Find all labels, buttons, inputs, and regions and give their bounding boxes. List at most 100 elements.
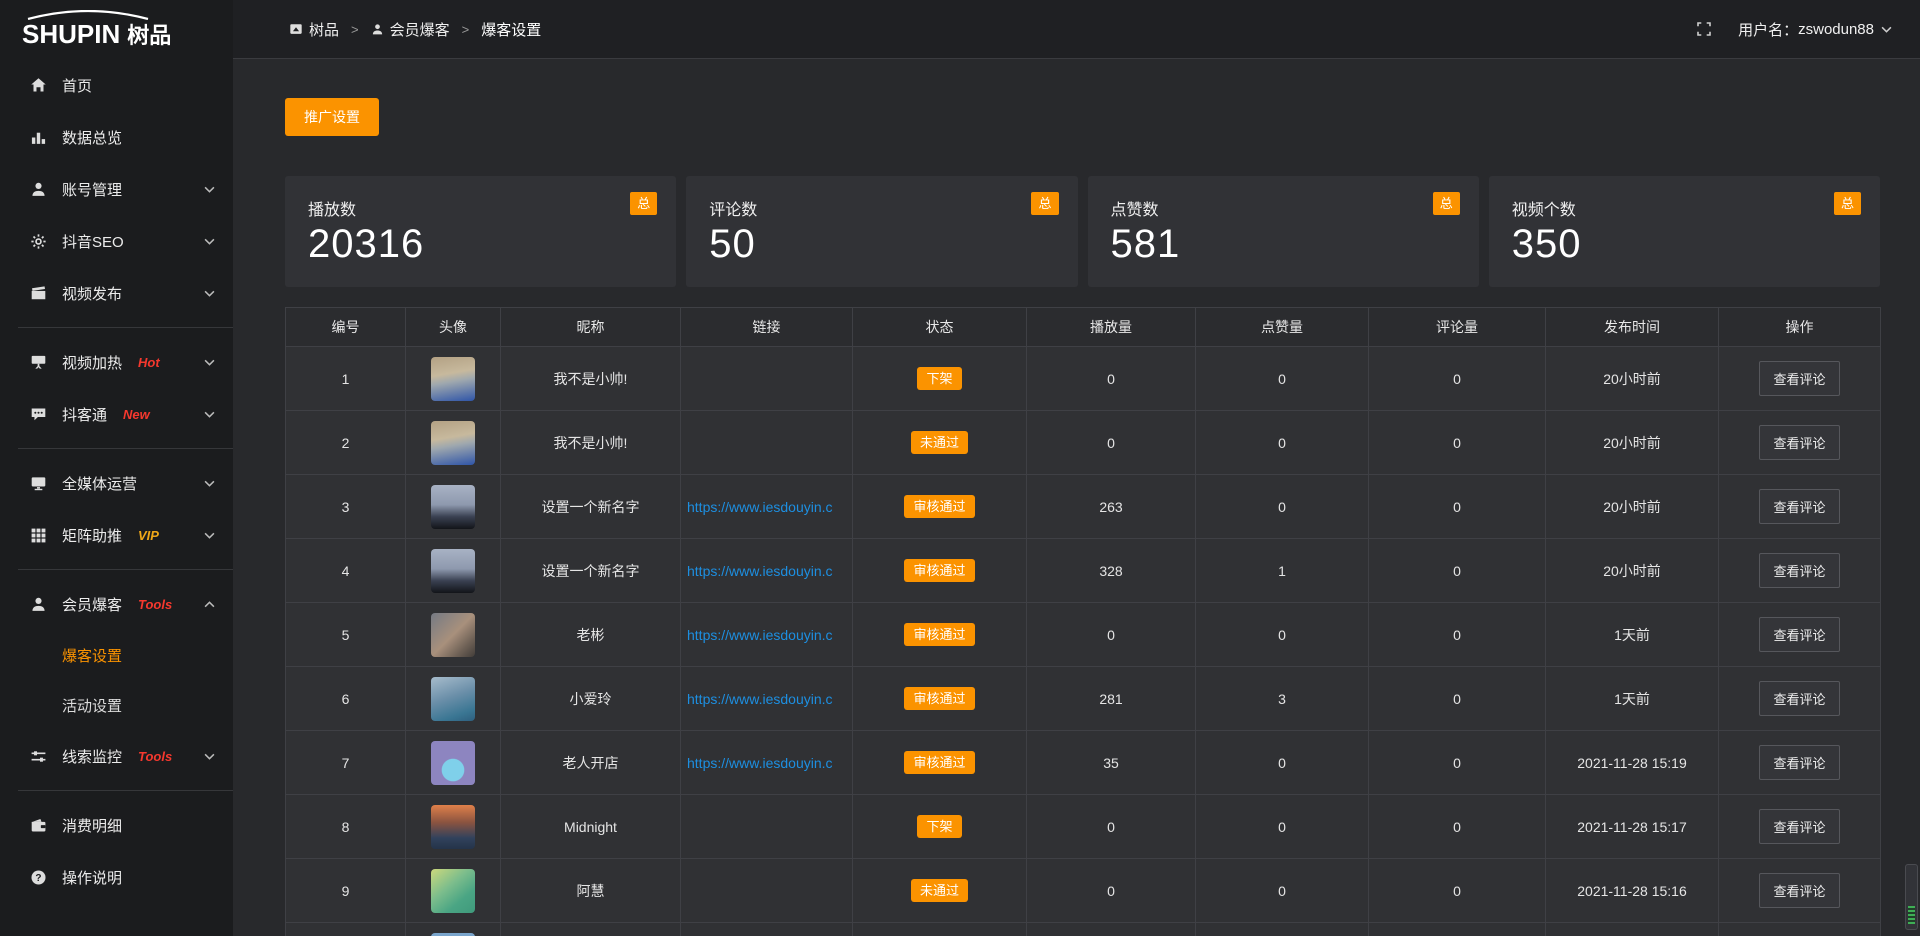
sidebar-item-account-management[interactable]: 账号管理 [0, 163, 233, 215]
view-comments-button[interactable]: 查看评论 [1759, 425, 1839, 460]
cell-status: 审核通过 [853, 603, 1027, 667]
cell-comments: 0 [1369, 603, 1546, 667]
sidebar-item-matrix-boost[interactable]: 矩阵助推 VIP [0, 509, 233, 561]
table-body: 1我不是小帅!下架00020小时前查看评论2我不是小帅!未通过00020小时前查… [286, 347, 1881, 936]
cell-id: 7 [286, 731, 406, 795]
sidebar-item-video-heat[interactable]: 视频加热 Hot [0, 336, 233, 388]
cell-nickname: Midnight [501, 795, 681, 859]
video-link[interactable]: https://www.iesdouyin.c [687, 691, 833, 707]
vip-badge: VIP [138, 528, 159, 543]
cell-comments: 0 [1369, 859, 1546, 923]
cell-link: https://www.iesdouyin.c [681, 731, 853, 795]
view-comments-button[interactable]: 查看评论 [1759, 617, 1839, 652]
col-header-comments: 评论量 [1369, 308, 1546, 347]
col-header-status: 状态 [853, 308, 1027, 347]
video-link[interactable]: https://www.iesdouyin.c [687, 563, 833, 579]
sidebar-item-consumption-detail[interactable]: 消费明细 [0, 799, 233, 851]
gear-icon [30, 233, 47, 250]
breadcrumb-home[interactable]: 树品 [289, 19, 339, 40]
avatar [431, 677, 475, 721]
view-comments-button[interactable]: 查看评论 [1759, 553, 1839, 588]
cell-nickname [501, 923, 681, 936]
cell-link [681, 923, 853, 936]
table-row: 2我不是小帅!未通过00020小时前查看评论 [286, 411, 1881, 475]
home-icon [30, 77, 47, 94]
hot-badge: Hot [138, 355, 160, 370]
cell-id: 8 [286, 795, 406, 859]
sidebar-item-label: 操作说明 [62, 867, 122, 888]
sidebar-item-data-overview[interactable]: 数据总览 [0, 111, 233, 163]
cell-plays: 0 [1027, 603, 1196, 667]
cell-action: 查看评论 [1719, 795, 1881, 859]
sidebar-item-douyin-seo[interactable]: 抖音SEO [0, 215, 233, 267]
view-comments-button[interactable]: 查看评论 [1759, 681, 1839, 716]
stat-card-videos: 视频个数 350 总 [1489, 176, 1880, 287]
cell-nickname: 我不是小帅! [501, 411, 681, 475]
table-header-row: 编号 头像 昵称 链接 状态 播放量 点赞量 评论量 发布时间 操作 [286, 308, 1881, 347]
cell-avatar [406, 603, 501, 667]
table-row: 1我不是小帅!下架00020小时前查看评论 [286, 347, 1881, 411]
chevron-down-icon [204, 480, 215, 487]
grid-icon [30, 527, 47, 544]
col-header-nickname: 昵称 [501, 308, 681, 347]
sidebar-item-doukitong[interactable]: 抖客通 New [0, 388, 233, 440]
sidebar-item-label: 视频加热 [62, 352, 122, 373]
status-badge: 审核通过 [904, 559, 974, 582]
cell-id: 6 [286, 667, 406, 731]
view-comments-button[interactable]: 查看评论 [1759, 361, 1839, 396]
cell-action: 查看评论 [1719, 859, 1881, 923]
sidebar-item-media-operation[interactable]: 全媒体运营 [0, 457, 233, 509]
fullscreen-icon[interactable] [1696, 21, 1712, 37]
cell-status: 审核通过 [853, 475, 1027, 539]
video-link[interactable]: https://www.iesdouyin.c [687, 627, 833, 643]
cell-plays: 328 [1027, 539, 1196, 603]
cell-id [286, 923, 406, 936]
cell-nickname: 我不是小帅! [501, 347, 681, 411]
cell-plays: 0 [1027, 859, 1196, 923]
stat-label: 评论数 [709, 196, 1077, 220]
sidebar-item-video-publish[interactable]: 视频发布 [0, 267, 233, 319]
scrollbar[interactable] [1905, 864, 1918, 930]
bar-chart-icon [30, 129, 47, 146]
sidebar: SHUPIN 树品 首页 数据总览 账号管理 抖音SEO 视频发布 视频加热 H… [0, 0, 233, 936]
view-comments-button[interactable]: 查看评论 [1759, 809, 1839, 844]
cell-comments: 0 [1369, 539, 1546, 603]
status-badge: 未通过 [911, 879, 968, 902]
sidebar-divider [18, 569, 233, 570]
sidebar-item-operation-guide[interactable]: ? 操作说明 [0, 851, 233, 903]
video-link[interactable]: https://www.iesdouyin.c [687, 499, 833, 515]
chevron-down-icon [1881, 26, 1892, 33]
sidebar-item-member-baoke[interactable]: 会员爆客 Tools [0, 578, 233, 630]
message-icon [30, 406, 47, 423]
col-header-id: 编号 [286, 308, 406, 347]
cell-action: 查看评论 [1719, 667, 1881, 731]
status-badge: 未通过 [911, 431, 968, 454]
sidebar-item-label: 视频发布 [62, 283, 122, 304]
cell-id: 5 [286, 603, 406, 667]
breadcrumb-member-baoke[interactable]: 会员爆客 [371, 19, 450, 40]
table-row: 9阿慧未通过0002021-11-28 15:16查看评论 [286, 859, 1881, 923]
breadcrumb-current: 爆客设置 [481, 19, 541, 40]
sidebar-item-clue-monitor[interactable]: 线索监控 Tools [0, 730, 233, 782]
cell-status: 审核通过 [853, 731, 1027, 795]
view-comments-button[interactable]: 查看评论 [1759, 745, 1839, 780]
cell-time: 20小时前 [1546, 347, 1719, 411]
sidebar-item-home[interactable]: 首页 [0, 59, 233, 111]
cell-plays: 263 [1027, 475, 1196, 539]
view-comments-button[interactable]: 查看评论 [1759, 873, 1839, 908]
main-content: 推广设置 播放数 20316 总 评论数 50 总 点赞数 581 总 视频个数… [233, 60, 1920, 936]
chevron-down-icon [204, 238, 215, 245]
total-badge: 总 [1834, 192, 1861, 215]
user-menu[interactable]: 用户名： zswodun88 [1738, 19, 1892, 40]
brand-logo[interactable]: SHUPIN 树品 [0, 0, 233, 59]
cell-comments: 0 [1369, 411, 1546, 475]
sidebar-item-label: 首页 [62, 75, 92, 96]
tools-badge: Tools [138, 749, 172, 764]
sidebar-item-activity-settings[interactable]: 活动设置 [0, 680, 233, 730]
promo-settings-button[interactable]: 推广设置 [285, 98, 379, 136]
cell-id: 3 [286, 475, 406, 539]
sidebar-item-baoke-settings[interactable]: 爆客设置 [0, 630, 233, 680]
video-link[interactable]: https://www.iesdouyin.c [687, 755, 833, 771]
cell-status: 审核通过 [853, 539, 1027, 603]
view-comments-button[interactable]: 查看评论 [1759, 489, 1839, 524]
